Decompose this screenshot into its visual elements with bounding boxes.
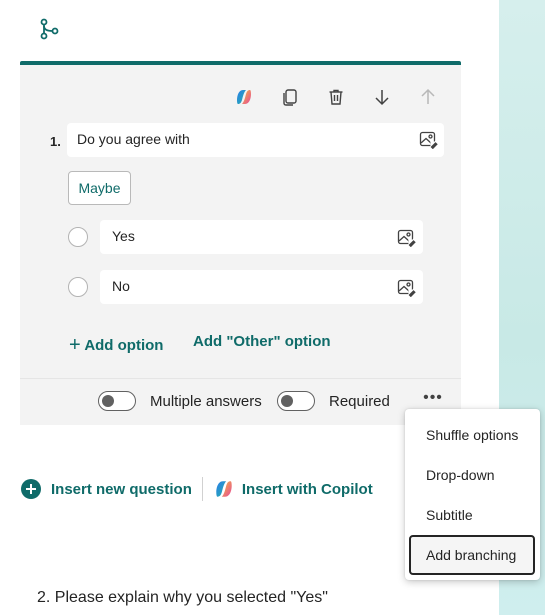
- suggested-option-chip[interactable]: Maybe: [68, 171, 131, 205]
- more-options-icon[interactable]: •••: [422, 388, 444, 408]
- image-icon[interactable]: [418, 129, 438, 149]
- question-number: 1.: [50, 134, 61, 149]
- menu-item-add-branching[interactable]: Add branching: [409, 535, 535, 575]
- add-option-label: Add option: [84, 337, 164, 354]
- insert-toolbar: Insert new question Insert with Copilot: [21, 477, 373, 501]
- copilot-icon: [213, 478, 235, 500]
- copy-icon[interactable]: [278, 85, 302, 109]
- menu-item-subtitle[interactable]: Subtitle: [409, 497, 535, 533]
- arrow-down-icon[interactable]: [370, 85, 394, 109]
- required-toggle[interactable]: [277, 391, 315, 411]
- option-radio-yes[interactable]: [68, 227, 88, 247]
- image-icon[interactable]: [396, 227, 416, 247]
- plus-icon: +: [69, 334, 81, 356]
- form-editor: 1. Do you agree with Maybe Yes No + Add …: [0, 0, 545, 615]
- next-question-title[interactable]: 2. Please explain why you selected "Yes": [37, 589, 328, 607]
- add-option-button[interactable]: + Add option: [69, 333, 163, 356]
- add-circle-icon: [21, 479, 41, 499]
- insert-with-copilot-label: Insert with Copilot: [241, 480, 373, 498]
- option-radio-no[interactable]: [68, 277, 88, 297]
- toggle-knob: [102, 395, 114, 407]
- required-label: Required: [329, 393, 390, 410]
- question-title-input[interactable]: Do you agree with: [67, 123, 444, 157]
- add-other-option-button[interactable]: Add "Other" option: [193, 333, 331, 350]
- multiple-answers-toggle[interactable]: [98, 391, 136, 411]
- divider: [201, 477, 203, 501]
- option-input-yes[interactable]: Yes: [100, 220, 423, 254]
- option-input-no[interactable]: No: [100, 270, 423, 304]
- copilot-icon[interactable]: [232, 85, 256, 109]
- branching-icon[interactable]: [38, 17, 62, 41]
- menu-item-shuffle-options[interactable]: Shuffle options: [409, 417, 535, 453]
- more-options-menu: Shuffle options Drop-down Subtitle Add b…: [405, 409, 540, 580]
- insert-new-question-label: Insert new question: [51, 480, 192, 498]
- arrow-up-icon[interactable]: [416, 85, 440, 109]
- multiple-answers-label: Multiple answers: [150, 393, 262, 410]
- delete-icon[interactable]: [324, 85, 348, 109]
- question-card[interactable]: 1. Do you agree with Maybe Yes No + Add …: [20, 61, 461, 425]
- insert-new-question-button[interactable]: Insert new question: [21, 479, 192, 499]
- image-icon[interactable]: [396, 277, 416, 297]
- toggle-knob: [281, 395, 293, 407]
- menu-item-drop-down[interactable]: Drop-down: [409, 457, 535, 493]
- insert-with-copilot-button[interactable]: Insert with Copilot: [213, 478, 373, 500]
